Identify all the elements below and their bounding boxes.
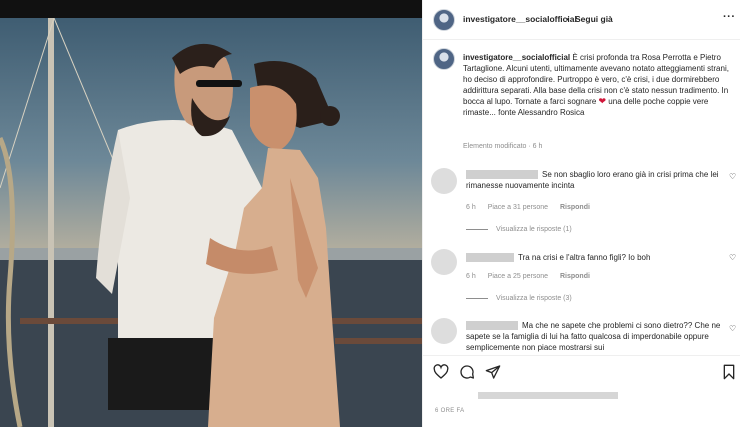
comment-like-icon[interactable]: ♡: [729, 324, 736, 333]
view-replies-button[interactable]: Visualizza le risposte (1): [466, 226, 572, 233]
commenter-avatar[interactable]: [431, 249, 457, 275]
header-separator: •: [566, 14, 569, 24]
reply-button[interactable]: Rispondi: [560, 204, 590, 211]
caption-author-username[interactable]: investigatore__socialofficial: [463, 53, 570, 62]
commenter-username-blurred[interactable]: [466, 321, 518, 331]
more-options-icon[interactable]: ···: [723, 11, 736, 23]
view-replies-label[interactable]: Visualizza le risposte (1): [496, 226, 572, 233]
comment-body: Ma che ne sapete che problemi ci sono di…: [466, 320, 721, 353]
heart-emoji-icon: ❤: [598, 96, 607, 106]
reply-button[interactable]: Rispondi: [560, 273, 590, 280]
replies-line: [466, 228, 488, 230]
couple-photo-illustration: [0, 18, 422, 427]
author-avatar[interactable]: [433, 9, 455, 31]
comment-time: 6 h: [466, 273, 476, 280]
photo-top-strip: [0, 0, 422, 18]
caption-meta: Elemento modificato · 6 h: [463, 143, 543, 150]
view-replies-label[interactable]: Visualizza le risposte (3): [496, 295, 572, 302]
commenter-username-blurred[interactable]: [466, 170, 538, 180]
comment-body: Tra na crisi e l'altra fanno figli? Io b…: [466, 252, 721, 263]
post-timestamp: 6 ORE FA: [435, 408, 465, 414]
author-username[interactable]: investigatore__socialofficial: [463, 14, 577, 24]
bookmark-icon[interactable]: [721, 364, 737, 380]
replies-line: [466, 297, 488, 299]
post-actions-bar: 6 ORE FA: [423, 355, 740, 427]
comment-icon[interactable]: [459, 364, 475, 380]
comment-like-icon[interactable]: ♡: [729, 172, 736, 181]
commenter-avatar[interactable]: [431, 168, 457, 194]
following-button[interactable]: Segui già: [575, 14, 613, 24]
likes-summary-blurred[interactable]: [478, 392, 618, 399]
commenter-avatar[interactable]: [431, 318, 457, 344]
post-caption: investigatore__socialofficial È crisi pr…: [463, 52, 731, 118]
comment-time: 6 h: [466, 204, 476, 211]
comment-likes[interactable]: Piace a 25 persone: [488, 273, 548, 280]
comment-body: Se non sbaglio loro erano già in crisi p…: [466, 169, 721, 191]
post-photo[interactable]: [0, 18, 422, 427]
comment-like-icon[interactable]: ♡: [729, 253, 736, 262]
post-header: investigatore__socialofficial • Segui gi…: [423, 0, 740, 40]
comment-meta: 6 h Piace a 31 persone Rispondi: [466, 204, 600, 211]
view-replies-button[interactable]: Visualizza le risposte (3): [466, 295, 572, 302]
comment-text: Tra na crisi e l'altra fanno figli? Io b…: [518, 253, 651, 262]
comment-meta: 6 h Piace a 25 persone Rispondi: [466, 273, 600, 280]
share-icon[interactable]: [485, 364, 501, 380]
post-sidebar: investigatore__socialofficial • Segui gi…: [422, 0, 740, 427]
commenter-username-blurred[interactable]: [466, 253, 514, 263]
caption-author-avatar[interactable]: [433, 48, 455, 70]
heart-icon[interactable]: [433, 364, 449, 380]
comment-likes[interactable]: Piace a 31 persone: [488, 204, 548, 211]
